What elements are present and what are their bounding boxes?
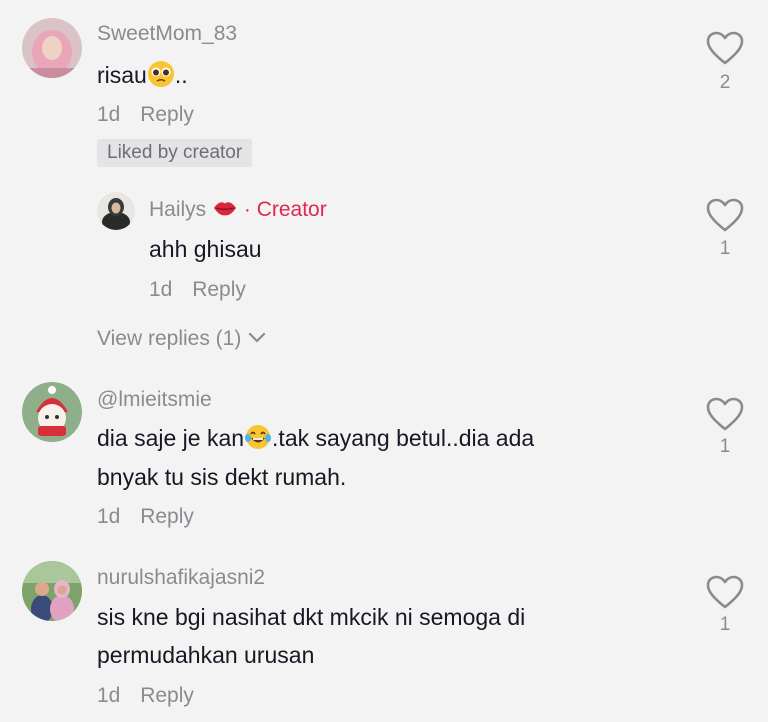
comment-meta: 1d Reply xyxy=(97,505,194,529)
comment-time: 1d xyxy=(97,684,121,707)
comment-text-line: permudahkan urusan xyxy=(97,642,315,668)
liked-by-creator-badge: Liked by creator xyxy=(97,139,253,167)
comment-username[interactable]: SweetMom_83 xyxy=(97,22,237,46)
reply-meta: 1d Reply xyxy=(149,278,246,302)
view-replies-button[interactable]: View replies (1) xyxy=(97,327,267,351)
tears-of-joy-emoji-icon xyxy=(244,423,272,451)
like-count: 2 xyxy=(719,72,731,93)
reply-time: 1d xyxy=(149,278,173,301)
avatar[interactable] xyxy=(22,18,82,78)
like-heart-icon[interactable] xyxy=(705,574,745,610)
creator-label: · Creator xyxy=(243,198,327,221)
comment-meta: 1d Reply xyxy=(97,103,194,127)
like-heart-icon[interactable] xyxy=(705,30,745,66)
comment-text: dia saje je kan .tak sayang betul..dia ad… xyxy=(97,419,534,458)
comment-text: risau.. xyxy=(97,56,188,95)
comment-meta: 1d Reply xyxy=(97,684,194,708)
comment-text-part: .. xyxy=(174,62,188,88)
comment-text-part: dia saje je kan xyxy=(97,425,245,451)
avatar[interactable] xyxy=(97,192,135,230)
like-heart-icon[interactable] xyxy=(705,396,745,432)
chevron-down-icon xyxy=(247,327,267,343)
comment-time: 1d xyxy=(97,103,121,126)
reply-button[interactable]: Reply xyxy=(140,103,194,126)
like-count: 1 xyxy=(719,238,731,259)
reply-text: ahh ghisau xyxy=(149,236,262,262)
comment-username[interactable]: @lmieitsmie xyxy=(97,388,212,412)
comment-text-line: bnyak tu sis dekt rumah. xyxy=(97,464,347,490)
like-heart-icon[interactable] xyxy=(705,197,745,233)
comment-text-line: sis kne bgi nasihat dkt mkcik ni semoga … xyxy=(97,604,526,630)
avatar[interactable] xyxy=(22,561,82,621)
pleading-face-emoji-icon xyxy=(147,60,175,88)
comment-time: 1d xyxy=(97,505,121,528)
reply-button[interactable]: Reply xyxy=(140,505,194,528)
reply-button[interactable]: Reply xyxy=(140,684,194,707)
reply-username: Hailys · Creator xyxy=(149,197,327,222)
like-count: 1 xyxy=(719,436,731,457)
reply-button[interactable]: Reply xyxy=(192,278,246,301)
comment-text-part: risau xyxy=(97,62,147,88)
view-replies-label: View replies (1) xyxy=(97,327,242,350)
kiss-lips-emoji-icon xyxy=(212,197,238,219)
avatar[interactable] xyxy=(22,382,82,442)
like-count: 1 xyxy=(719,614,731,635)
comment-username[interactable]: nurulshafikajasni2 xyxy=(97,566,265,590)
comment-text-part: .tak sayang betul..dia ada xyxy=(272,425,535,451)
reply-author-name[interactable]: Hailys xyxy=(149,198,206,221)
